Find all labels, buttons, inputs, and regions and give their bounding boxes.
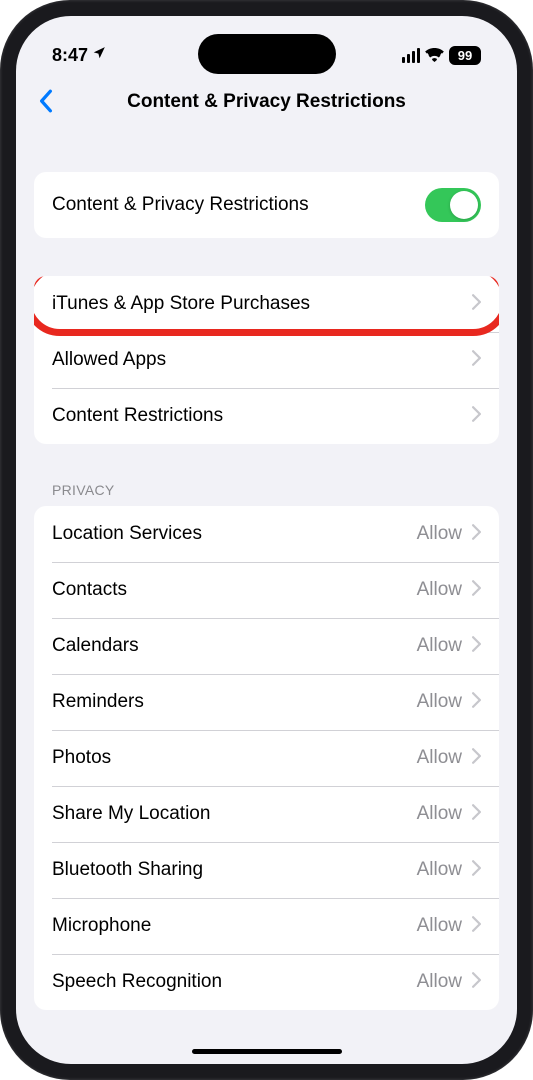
row-label: Bluetooth Sharing (52, 859, 417, 881)
chevron-right-icon (472, 971, 481, 994)
volume-up-button (0, 260, 1, 330)
privacy-section-header: PRIVACY (34, 482, 499, 506)
row-label: Content & Privacy Restrictions (52, 194, 425, 216)
contacts-row[interactable]: Contacts Allow (34, 562, 499, 618)
status-left: 8:47 (52, 45, 106, 66)
bluetooth-sharing-row[interactable]: Bluetooth Sharing Allow (34, 842, 499, 898)
restrictions-group: iTunes & App Store Purchases Allowed App… (34, 276, 499, 444)
microphone-row[interactable]: Microphone Allow (34, 898, 499, 954)
row-value: Allow (417, 971, 462, 993)
content: Content & Privacy Restrictions iTunes & … (16, 172, 517, 1010)
row-label: iTunes & App Store Purchases (52, 293, 472, 315)
side-button (0, 195, 1, 230)
privacy-group: Location Services Allow Contacts Allow C… (34, 506, 499, 1010)
status-right: 99 (402, 46, 482, 65)
chevron-right-icon (472, 349, 481, 372)
location-services-row[interactable]: Location Services Allow (34, 506, 499, 562)
row-value: Allow (417, 635, 462, 657)
speech-recognition-row[interactable]: Speech Recognition Allow (34, 954, 499, 1010)
allowed-apps-row[interactable]: Allowed Apps (34, 332, 499, 388)
chevron-right-icon (472, 747, 481, 770)
row-label: Microphone (52, 915, 417, 937)
dynamic-island (198, 34, 336, 74)
home-indicator[interactable] (192, 1049, 342, 1054)
nav-header: Content & Privacy Restrictions (16, 76, 517, 134)
row-label: Speech Recognition (52, 971, 417, 993)
row-value: Allow (417, 747, 462, 769)
row-value: Allow (417, 523, 462, 545)
row-value: Allow (417, 803, 462, 825)
chevron-right-icon (472, 579, 481, 602)
volume-down-button (0, 350, 1, 420)
screen: 8:47 99 C (16, 16, 517, 1064)
wifi-icon (425, 48, 444, 62)
content-restrictions-row[interactable]: Content Restrictions (34, 388, 499, 444)
itunes-appstore-purchases-row[interactable]: iTunes & App Store Purchases (34, 276, 499, 332)
chevron-right-icon (472, 803, 481, 826)
cellular-signal-icon (402, 48, 421, 63)
row-label: Allowed Apps (52, 349, 472, 371)
row-label: Content Restrictions (52, 405, 472, 427)
row-label: Photos (52, 747, 417, 769)
toggle-switch[interactable] (425, 188, 481, 222)
photos-row[interactable]: Photos Allow (34, 730, 499, 786)
location-arrow-icon (92, 46, 106, 64)
calendars-row[interactable]: Calendars Allow (34, 618, 499, 674)
battery-icon: 99 (449, 46, 481, 65)
row-label: Contacts (52, 579, 417, 601)
chevron-right-icon (472, 915, 481, 938)
chevron-right-icon (472, 635, 481, 658)
row-value: Allow (417, 691, 462, 713)
row-label: Location Services (52, 523, 417, 545)
back-button[interactable] (34, 84, 58, 120)
row-label: Share My Location (52, 803, 417, 825)
row-value: Allow (417, 859, 462, 881)
row-label: Calendars (52, 635, 417, 657)
chevron-right-icon (472, 523, 481, 546)
row-value: Allow (417, 915, 462, 937)
row-value: Allow (417, 579, 462, 601)
nav-title: Content & Privacy Restrictions (127, 91, 406, 113)
content-privacy-toggle-row[interactable]: Content & Privacy Restrictions (34, 172, 499, 238)
chevron-right-icon (472, 859, 481, 882)
chevron-right-icon (472, 691, 481, 714)
status-time: 8:47 (52, 45, 88, 66)
toggle-group: Content & Privacy Restrictions (34, 172, 499, 238)
reminders-row[interactable]: Reminders Allow (34, 674, 499, 730)
chevron-right-icon (472, 293, 481, 316)
row-label: Reminders (52, 691, 417, 713)
chevron-right-icon (472, 405, 481, 428)
share-my-location-row[interactable]: Share My Location Allow (34, 786, 499, 842)
phone-frame: 8:47 99 C (0, 0, 533, 1080)
